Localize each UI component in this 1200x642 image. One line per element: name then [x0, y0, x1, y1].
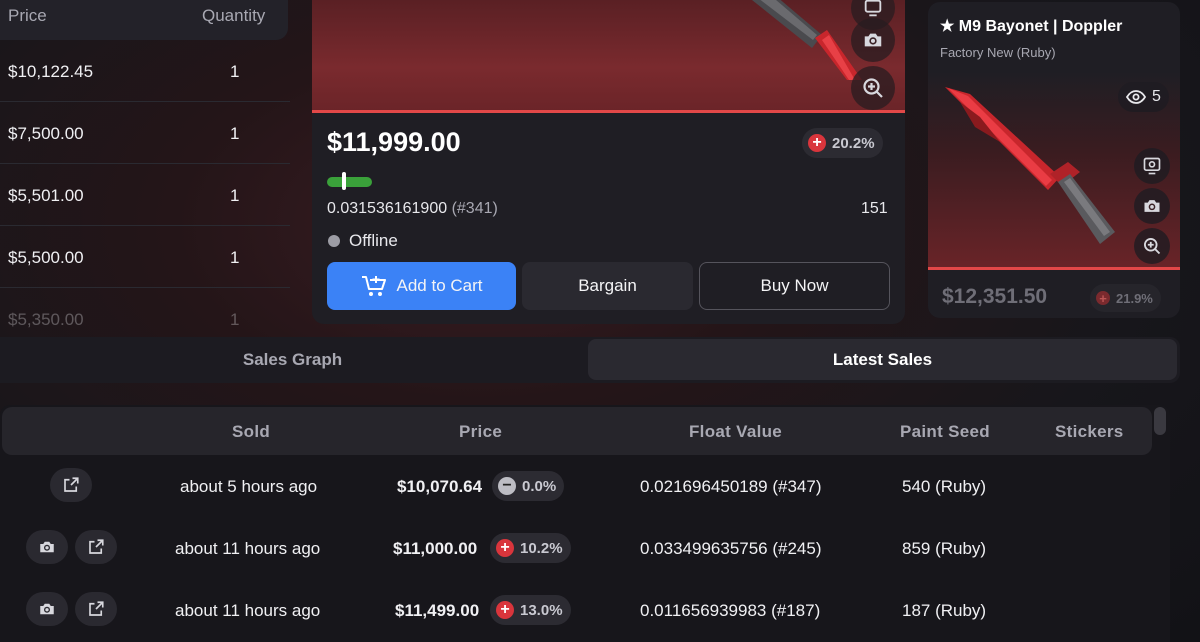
paint-seed: 151 [861, 200, 888, 217]
item-price: $11,999.00 [327, 127, 461, 157]
listing-row[interactable]: $7,500.00 1 [0, 102, 290, 164]
external-link-icon[interactable] [75, 530, 117, 564]
price-change-value: 21.9% [1116, 290, 1153, 306]
item-title: ★ M9 Bayonet | Doppler [940, 18, 1123, 35]
plus-icon: + [496, 539, 514, 557]
price-change-value: 20.2% [832, 134, 875, 152]
buy-now-button[interactable]: Buy Now [699, 262, 890, 310]
tab-latest-sales[interactable]: Latest Sales [588, 339, 1177, 380]
scrollbar-thumb[interactable] [1154, 407, 1166, 435]
float-value: 0.021696450189 (#347) [640, 477, 822, 496]
price-change-badge: + 10.2% [490, 533, 571, 563]
price-change-badge: + 21.9% [1090, 284, 1161, 312]
float-number: 0.031536161900 [327, 200, 448, 217]
sold-time: about 11 hours ago [175, 539, 321, 558]
listing-table: Price Quantity $10,122.45 1 $7,500.00 1 … [0, 0, 290, 330]
similar-item-card[interactable]: ★ M9 Bayonet | Doppler Factory New (Ruby… [928, 2, 1180, 318]
price-change-value: 10.2% [520, 539, 563, 557]
listing-row[interactable]: $5,500.00 1 [0, 226, 290, 288]
tab-sales-graph[interactable]: Sales Graph [0, 339, 585, 380]
price-change-badge: + 20.2% [802, 128, 883, 158]
inspect-icon[interactable] [1134, 148, 1170, 184]
price-change-value: 13.0% [520, 601, 563, 619]
sale-price: $10,070.64 [397, 477, 483, 496]
float-value: 0.033499635756 (#245) [640, 539, 822, 558]
camera-icon[interactable] [1134, 188, 1170, 224]
view-count: 5 [1118, 82, 1169, 112]
float-marker [342, 172, 346, 190]
seed-column-header: Paint Seed [900, 422, 990, 441]
table-row: about 11 hours ago $11,499.00 + 13.0% 0.… [0, 581, 1170, 642]
camera-icon[interactable] [851, 18, 895, 62]
plus-icon: + [496, 601, 514, 619]
sold-column-header: Sold [232, 422, 271, 441]
item-image-area [312, 0, 905, 113]
external-link-icon[interactable] [50, 468, 92, 502]
table-row: about 5 hours ago $10,070.64 − 0.0% 0.02… [0, 457, 1170, 519]
listing-quantity: 1 [230, 62, 240, 81]
sold-time: about 11 hours ago [175, 601, 321, 620]
float-value: 0.031536161900 (#341) [327, 200, 498, 218]
table-row: about 11 hours ago $11,000.00 + 10.2% 0.… [0, 519, 1170, 581]
float-column-header: Float Value [689, 422, 783, 441]
status-indicator [328, 235, 340, 247]
listing-price: $7,500.00 [8, 124, 84, 143]
sale-price: $11,499.00 [395, 601, 480, 620]
quantity-column-header: Quantity [202, 6, 266, 25]
sales-tabs: Sales Graph Latest Sales [0, 337, 1180, 383]
price-change-badge: + 13.0% [490, 595, 571, 625]
price-column-header: Price [8, 6, 47, 25]
camera-icon[interactable] [26, 592, 68, 626]
price-change-badge: − 0.0% [492, 471, 565, 501]
seller-status: Offline [349, 231, 398, 250]
item-price: $12,351.50 [942, 285, 1048, 308]
minus-icon: − [498, 477, 516, 495]
float-value: 0.011656939983 (#187) [640, 601, 821, 620]
listing-row[interactable]: $5,501.00 1 [0, 164, 290, 226]
float-rank: (#341) [451, 200, 498, 217]
zoom-in-icon[interactable] [851, 66, 895, 110]
paint-seed: 859 (Ruby) [902, 539, 987, 558]
sale-price: $11,000.00 [393, 539, 478, 558]
knife-image [945, 87, 1115, 244]
add-to-cart-label: Add to Cart [396, 276, 483, 295]
plus-icon: + [1096, 291, 1110, 305]
sales-table-header: Sold Price Float Value Paint Seed Sticke… [2, 407, 1152, 455]
item-condition: Factory New (Ruby) [940, 45, 1056, 60]
price-column-header: Price [459, 422, 503, 441]
add-to-cart-button[interactable]: Add to Cart [327, 262, 516, 310]
stickers-column-header: Stickers [1055, 422, 1124, 441]
price-change-value: 0.0% [522, 477, 557, 495]
listing-row[interactable]: $10,122.45 1 [0, 40, 290, 102]
listing-quantity: 1 [230, 310, 240, 329]
camera-icon[interactable] [26, 530, 68, 564]
listing-price: $10,122.45 [8, 62, 94, 81]
float-bar [327, 177, 372, 187]
sold-time: about 5 hours ago [180, 477, 318, 496]
listing-quantity: 1 [230, 248, 240, 267]
item-card: $11,999.00 + 20.2% 0.031536161900 (#341)… [312, 0, 905, 324]
listing-price: $5,501.00 [8, 186, 84, 205]
listing-quantity: 1 [230, 186, 240, 205]
latest-sales-table: Sold Price Float Value Paint Seed Sticke… [0, 405, 1170, 642]
listing-price: $5,500.00 [8, 248, 84, 267]
bargain-button[interactable]: Bargain [522, 262, 693, 310]
listing-row[interactable]: $5,350.00 1 [0, 288, 290, 330]
view-count-value: 5 [1152, 88, 1161, 105]
cart-icon [361, 276, 386, 296]
listing-table-header: Price Quantity [0, 0, 288, 40]
paint-seed: 540 (Ruby) [902, 477, 987, 496]
listing-quantity: 1 [230, 124, 240, 143]
listing-price: $5,350.00 [8, 310, 84, 329]
external-link-icon[interactable] [75, 592, 117, 626]
plus-icon: + [808, 134, 826, 152]
paint-seed: 187 (Ruby) [902, 601, 987, 620]
zoom-in-icon[interactable] [1134, 228, 1170, 264]
eye-icon [1126, 90, 1146, 104]
